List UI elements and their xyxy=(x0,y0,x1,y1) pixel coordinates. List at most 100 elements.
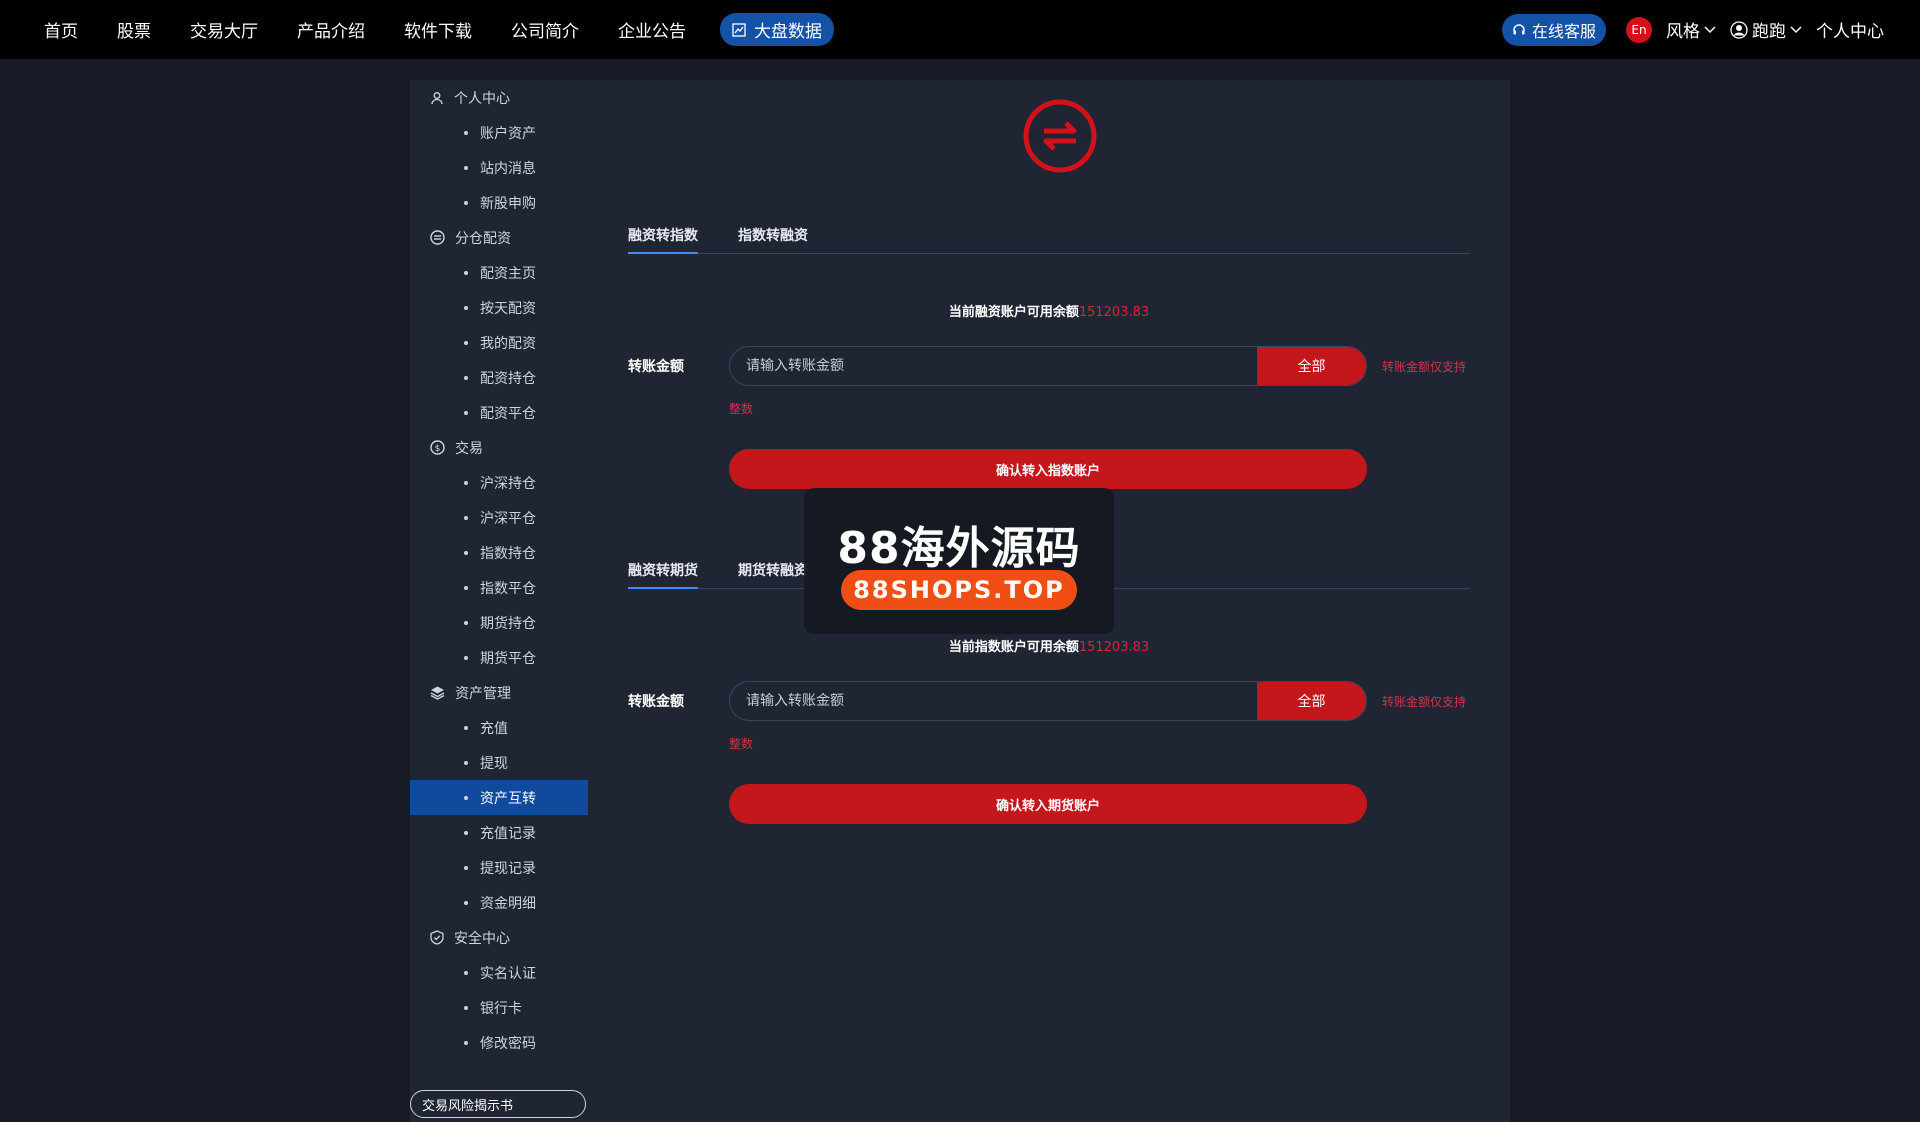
user-dropdown[interactable]: 跑跑 xyxy=(1730,17,1802,42)
sidebar-item-allocation-home[interactable]: 配资主页 xyxy=(410,255,588,290)
amount-input[interactable] xyxy=(730,682,1260,720)
balance-label: 当前融资账户可用余额 xyxy=(948,305,1079,320)
sidebar-item-allocation-positions[interactable]: 配资持仓 xyxy=(410,360,588,395)
all-amount-button[interactable]: 全部 xyxy=(1257,682,1366,720)
sidebar-item-label: 实名认证 xyxy=(480,965,536,982)
layers-icon xyxy=(430,686,445,700)
sidebar-item-label: 沪深平仓 xyxy=(480,510,536,527)
language-toggle[interactable]: En xyxy=(1626,16,1652,43)
sidebar-item-index-closed[interactable]: 指数平仓 xyxy=(410,570,588,605)
nav-download[interactable]: 软件下载 xyxy=(404,17,472,42)
tab-index-to-financing[interactable]: 指数转融资 xyxy=(738,217,808,253)
sidebar-group-trade[interactable]: $ 交易 xyxy=(410,430,588,465)
confirm-to-index-button[interactable]: 确认转入指数账户 xyxy=(729,449,1367,489)
sidebar-item-label: 资产互转 xyxy=(480,790,536,807)
sidebar-item-real-name[interactable]: 实名认证 xyxy=(410,955,588,990)
sidebar-item-label: 修改密码 xyxy=(480,1035,536,1052)
online-service-button[interactable]: 在线客服 xyxy=(1501,13,1606,46)
sidebar-item-withdraw-records[interactable]: 提现记录 xyxy=(410,850,588,885)
svg-text:$: $ xyxy=(435,444,441,454)
sidebar-item-my-allocation[interactable]: 我的配资 xyxy=(410,325,588,360)
sidebar-item-label: 配资平仓 xyxy=(480,405,536,422)
sidebar-item-label: 期货持仓 xyxy=(480,615,536,632)
sidebar-group-security[interactable]: 安全中心 xyxy=(410,920,588,955)
market-data-label: 大盘数据 xyxy=(754,22,822,42)
tab-financing-to-index[interactable]: 融资转指数 xyxy=(628,217,698,254)
sidebar-item-index-positions[interactable]: 指数持仓 xyxy=(410,535,588,570)
amount-input-group: 全部 xyxy=(729,346,1367,386)
sidebar-item-label: 提现 xyxy=(480,755,508,772)
nav-market-data[interactable]: 大盘数据 xyxy=(720,13,834,46)
sidebar-item-asset-transfer[interactable]: 资产互转 xyxy=(410,780,588,815)
sidebar-item-label: 配资主页 xyxy=(480,265,536,282)
sidebar-item-label: 充值 xyxy=(480,720,508,737)
sidebar-item-label: 我的配资 xyxy=(480,335,536,352)
balance-value: 151203.83 xyxy=(1078,305,1150,320)
sidebar-item-label: 按天配资 xyxy=(480,300,536,317)
balance-line-2: 当前指数账户可用余额151203.83 xyxy=(628,636,1470,655)
sidebar-item-futures-positions[interactable]: 期货持仓 xyxy=(410,605,588,640)
sidebar-item-allocation-closed[interactable]: 配资平仓 xyxy=(410,395,588,430)
nav-home[interactable]: 首页 xyxy=(44,17,78,42)
style-label: 风格 xyxy=(1666,22,1700,42)
nav-stocks[interactable]: 股票 xyxy=(117,17,151,42)
sidebar-group-label: 个人中心 xyxy=(454,90,510,107)
sidebar-item-label: 充值记录 xyxy=(480,825,536,842)
amount-label: 转账金额 xyxy=(628,694,684,710)
tab-futures-to-financing[interactable]: 期货转融资 xyxy=(738,552,808,588)
sidebar-item-label: 新股申购 xyxy=(480,195,536,212)
personal-center-link[interactable]: 个人中心 xyxy=(1816,17,1884,42)
sidebar-item-label: 指数持仓 xyxy=(480,545,536,562)
sidebar-item-deposit-records[interactable]: 充值记录 xyxy=(410,815,588,850)
all-amount-button[interactable]: 全部 xyxy=(1257,347,1366,385)
sidebar-group-personal[interactable]: 个人中心 xyxy=(410,80,588,115)
watermark-title: 88海外源码 xyxy=(837,523,1081,574)
sidebar-item-label: 配资持仓 xyxy=(480,370,536,387)
main-nav: 首页 股票 交易大厅 产品介绍 软件下载 公司简介 企业公告 大盘数据 xyxy=(44,0,873,59)
sidebar-item-daily-allocation[interactable]: 按天配资 xyxy=(410,290,588,325)
sidebar-group-label: 交易 xyxy=(455,440,483,457)
sidebar-item-deposit[interactable]: 充值 xyxy=(410,710,588,745)
confirm-to-futures-button[interactable]: 确认转入期货账户 xyxy=(729,784,1367,824)
watermark-overlay: 88海外源码 88SHOPS.TOP xyxy=(804,488,1114,634)
sidebar-item-label: 期货平仓 xyxy=(480,650,536,667)
amount-label: 转账金额 xyxy=(628,359,684,375)
sidebar-item-fund-details[interactable]: 资金明细 xyxy=(410,885,588,920)
amount-hint: 转账金额仅支持 xyxy=(1382,694,1467,709)
sidebar-item-hs-closed[interactable]: 沪深平仓 xyxy=(410,500,588,535)
chevron-down-icon xyxy=(1790,25,1802,33)
risk-disclosure-button[interactable]: 交易风险揭示书 xyxy=(410,1090,586,1118)
chart-icon xyxy=(732,22,746,37)
tab-financing-to-futures[interactable]: 融资转期货 xyxy=(628,552,698,589)
sidebar-group-label: 资产管理 xyxy=(455,685,511,702)
nav-products[interactable]: 产品介绍 xyxy=(297,17,365,42)
amount-hint: 转账金额仅支持 xyxy=(1382,359,1467,374)
top-right-area: 在线客服 En 风格 跑跑 个人中心 xyxy=(1501,0,1884,59)
sidebar-group-asset-management[interactable]: 资产管理 xyxy=(410,675,588,710)
sidebar-item-label: 账户资产 xyxy=(480,125,536,142)
amount-input[interactable] xyxy=(730,347,1260,385)
watermark-domain: 88SHOPS.TOP xyxy=(841,570,1077,610)
sidebar-item-account-assets[interactable]: 账户资产 xyxy=(410,115,588,150)
nav-company[interactable]: 公司简介 xyxy=(511,17,579,42)
balance-line-1: 当前融资账户可用余额151203.83 xyxy=(628,301,1470,320)
sidebar-item-futures-closed[interactable]: 期货平仓 xyxy=(410,640,588,675)
sidebar-item-bank-card[interactable]: 银行卡 xyxy=(410,990,588,1025)
nav-announcements[interactable]: 企业公告 xyxy=(618,17,686,42)
sidebar-item-messages[interactable]: 站内消息 xyxy=(410,150,588,185)
style-dropdown[interactable]: 风格 xyxy=(1666,17,1716,42)
nav-trading-hall[interactable]: 交易大厅 xyxy=(190,17,258,42)
sidebar-item-ipo[interactable]: 新股申购 xyxy=(410,185,588,220)
sidebar-item-change-password[interactable]: 修改密码 xyxy=(410,1025,588,1060)
sidebar-item-label: 银行卡 xyxy=(480,1000,522,1017)
headset-icon xyxy=(1513,23,1525,34)
balance-label: 当前指数账户可用余额 xyxy=(948,640,1079,655)
sidebar-group-label: 安全中心 xyxy=(454,930,510,947)
chevron-down-icon xyxy=(1704,25,1716,33)
user-name: 跑跑 xyxy=(1752,22,1786,42)
sidebar-item-withdraw[interactable]: 提现 xyxy=(410,745,588,780)
amount-input-group: 全部 xyxy=(729,681,1367,721)
sidebar-item-hs-positions[interactable]: 沪深持仓 xyxy=(410,465,588,500)
sidebar-group-allocation[interactable]: 分仓配资 xyxy=(410,220,588,255)
sidebar-group-label: 分仓配资 xyxy=(455,230,511,247)
